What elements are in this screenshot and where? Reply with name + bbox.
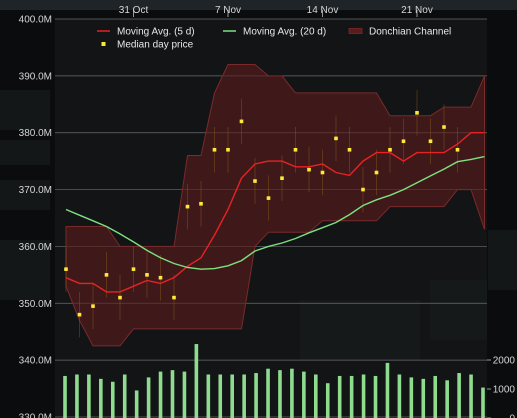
- median-price-point: [455, 147, 460, 152]
- volume-bar: [146, 377, 151, 418]
- y-tick-label: 360.0M: [19, 242, 52, 253]
- median-price-point: [361, 187, 365, 192]
- volume-bar: [218, 374, 223, 418]
- median-price-point: [334, 136, 338, 141]
- market-history-chart: 330.0M 340.0M 350.0M 360.0M 370.0M 380.0M 390.…: [0, 0, 517, 418]
- background-panel-0: [0, 90, 50, 130]
- median-price-point: [77, 312, 82, 317]
- volume-bar: [457, 373, 461, 418]
- background-panel-5: [488, 230, 517, 290]
- median-price-point: [104, 273, 109, 277]
- median-price-point: [91, 304, 95, 308]
- median-price-point: [145, 273, 149, 277]
- volume-bar: [349, 375, 354, 418]
- median-price-point: [320, 170, 325, 175]
- legend-label: Moving Avg. (20 d): [243, 27, 326, 38]
- volume-bar: [75, 374, 79, 418]
- background-panel-1: [0, 140, 50, 165]
- volume-bar: [421, 378, 426, 418]
- median-price-point: [415, 111, 419, 115]
- volume-bar: [433, 375, 438, 418]
- top-strip: [0, 0, 517, 10]
- y-tick-label: 340.0M: [19, 356, 52, 367]
- median-price-point: [280, 176, 284, 180]
- y-tick-label: 370.0M: [19, 185, 52, 196]
- median-price-point: [374, 170, 379, 175]
- volume-bar: [87, 374, 91, 418]
- volume-bar: [278, 370, 282, 418]
- median-price-point: [172, 295, 176, 300]
- volume-bar: [266, 368, 270, 418]
- volume-bar: [337, 375, 342, 418]
- volume-bar: [242, 374, 246, 418]
- volume-tick-label: 0: [509, 414, 515, 418]
- volume-bar: [63, 375, 67, 418]
- volume-bar: [134, 390, 139, 418]
- y-tick-label: 380.0M: [19, 128, 52, 139]
- median-price-point: [199, 201, 203, 206]
- volume-bar: [445, 380, 449, 418]
- median-price-point: [253, 179, 257, 183]
- volume-bar: [481, 387, 485, 418]
- volume-bar: [254, 373, 258, 418]
- median-price-point: [388, 147, 392, 152]
- background-panel-4: [0, 260, 50, 300]
- volume-bar: [206, 374, 211, 418]
- median-price-point: [401, 139, 406, 144]
- background-panel-7: [300, 300, 420, 360]
- x-tick-label: 14 Nov: [307, 5, 339, 16]
- y-tick-label: 390.0M: [19, 71, 52, 82]
- volume-bar: [361, 374, 366, 418]
- volume-tick-label: 1000: [493, 385, 516, 396]
- x-tick-label: 21 Nov: [401, 5, 433, 16]
- volume-bar: [373, 375, 378, 418]
- median-price-point: [293, 147, 298, 152]
- y-tick-label: 400.0M: [19, 15, 52, 26]
- x-tick-label: 7 Nov: [215, 5, 241, 16]
- volume-bar: [302, 371, 306, 418]
- legend-label: Median day price: [117, 40, 194, 51]
- volume-bar: [110, 381, 115, 418]
- y-tick-label: 330.0M: [19, 413, 52, 418]
- volume-bar: [469, 374, 473, 418]
- legend-label: Donchian Channel: [369, 27, 451, 38]
- volume-bar: [290, 368, 294, 418]
- median-price-point: [239, 119, 244, 124]
- median-price-point: [428, 139, 433, 144]
- median-price-point: [185, 204, 190, 209]
- median-price-point: [158, 275, 163, 280]
- median-price-point: [347, 147, 352, 152]
- median-price-point: [212, 147, 217, 152]
- x-tick-label: 31 Oct: [119, 5, 149, 16]
- background-panel-6: [430, 280, 487, 340]
- price-chart-svg: 330.0M 340.0M 350.0M 360.0M 370.0M 380.0M 390.…: [0, 0, 517, 418]
- volume-bar: [122, 374, 127, 418]
- volume-bar: [170, 370, 175, 418]
- median-price-point: [307, 167, 311, 172]
- median-price-point: [226, 147, 230, 152]
- volume-bar: [385, 362, 390, 418]
- volume-bar: [397, 374, 402, 418]
- median-price-point: [131, 267, 136, 271]
- volume-tick-label: 2000: [493, 356, 516, 367]
- median-price-point: [118, 295, 122, 300]
- legend-swatch: [348, 28, 363, 34]
- volume-bar: [230, 374, 234, 418]
- volume-bar: [99, 378, 103, 418]
- volume-bar: [194, 344, 199, 418]
- median-price-point: [266, 196, 271, 200]
- volume-bar: [182, 371, 187, 418]
- volume-bar: [325, 383, 330, 418]
- volume-bar: [409, 377, 414, 418]
- median-price-point: [64, 267, 68, 271]
- legend-swatch: [101, 42, 106, 46]
- volume-bar: [158, 371, 163, 418]
- legend-label: Moving Avg. (5 d): [117, 27, 195, 38]
- median-price-point: [442, 125, 446, 129]
- volume-bar: [314, 374, 318, 418]
- y-tick-label: 350.0M: [19, 299, 52, 310]
